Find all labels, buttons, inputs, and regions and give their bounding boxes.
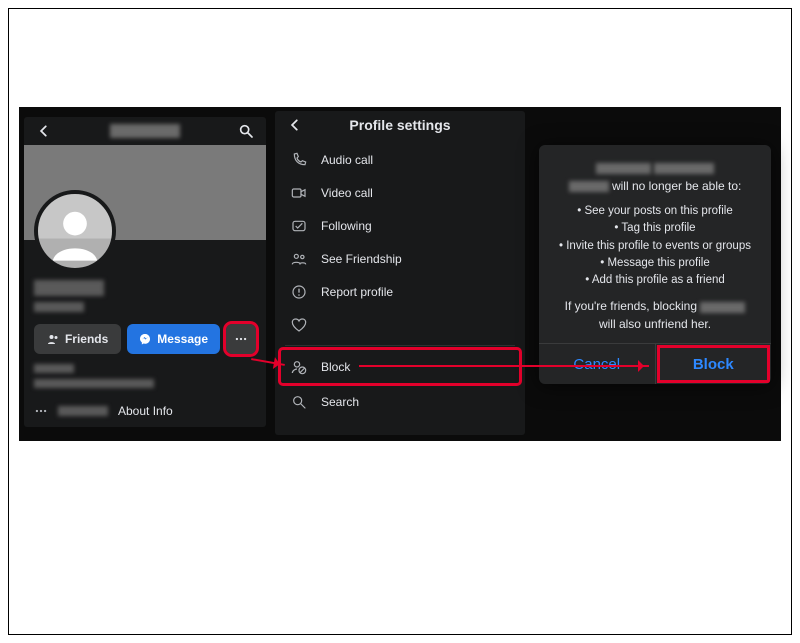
profile-header: [24, 117, 266, 145]
message-button-label: Message: [157, 332, 208, 346]
block-icon: [289, 357, 309, 377]
dialog-name-redacted-2: [654, 163, 714, 174]
about-row: About Info: [34, 404, 256, 418]
dialog-foot-suffix: will also unfriend her.: [599, 317, 711, 331]
dialog-body: will no longer be able to: • See your po…: [539, 145, 771, 343]
people-icon: [289, 249, 309, 269]
flag-icon: [289, 282, 309, 302]
messenger-icon: [139, 333, 151, 345]
settings-item-label: Report profile: [321, 285, 393, 299]
dialog-bullet: Invite this profile to events or groups: [566, 240, 751, 252]
settings-item-label: Video call: [321, 186, 373, 200]
profile-detail-redacted-1: [34, 364, 74, 373]
dark-stage: Friends Message About Info: [19, 107, 781, 441]
profile-detail-redacted-2: [34, 379, 154, 388]
dialog-bullets: • See your posts on this profile • Tag t…: [551, 203, 759, 289]
dialog-bullet: Add this profile as a friend: [592, 274, 725, 286]
settings-item-favorite[interactable]: [275, 308, 525, 341]
settings-item-label: Search: [321, 395, 359, 409]
dialog-bullet: Message this profile: [607, 257, 709, 269]
block-confirm-dialog: will no longer be able to: • See your po…: [539, 145, 771, 384]
dialog-bullet: Tag this profile: [621, 222, 695, 234]
about-label: About Info: [118, 404, 173, 418]
cover-photo[interactable]: [24, 145, 266, 240]
settings-item-video-call[interactable]: Video call: [275, 176, 525, 209]
dialog-lead: will no longer be able to:: [551, 159, 759, 195]
friends-button[interactable]: Friends: [34, 324, 121, 354]
avatar-placeholder-icon: [38, 194, 112, 268]
settings-item-label: Block: [321, 360, 350, 374]
phone-icon: [289, 150, 309, 170]
divider: [285, 345, 515, 346]
settings-item-label: See Friendship: [321, 252, 402, 266]
following-icon: [289, 216, 309, 236]
settings-header: Profile settings: [275, 111, 525, 139]
chevron-left-icon: [288, 118, 302, 132]
profile-name-redacted: [110, 124, 180, 138]
search-icon: [289, 392, 309, 412]
more-button[interactable]: [226, 324, 256, 354]
chevron-left-icon: [37, 124, 51, 138]
dialog-foot-text: If you're friends, blocking will also un…: [551, 297, 759, 333]
dialog-lead-suffix: will no longer be able to:: [612, 179, 741, 193]
search-icon: [238, 123, 254, 139]
block-button-label: Block: [693, 356, 734, 373]
annotation-arrow-2: [359, 365, 649, 367]
back-button[interactable]: [32, 119, 56, 143]
screenshot-frame: Friends Message About Info: [8, 8, 792, 635]
settings-back-button[interactable]: [283, 113, 307, 137]
block-button[interactable]: Block: [656, 344, 772, 384]
profile-panel: Friends Message About Info: [24, 117, 266, 427]
video-icon: [289, 183, 309, 203]
search-button[interactable]: [234, 119, 258, 143]
settings-item-report-profile[interactable]: Report profile: [275, 275, 525, 308]
profile-settings-panel: Profile settings Audio call Video call F…: [275, 111, 525, 435]
heart-icon: [289, 315, 309, 335]
settings-item-audio-call[interactable]: Audio call: [275, 143, 525, 176]
settings-item-label: Audio call: [321, 153, 373, 167]
dialog-name-redacted-4: [700, 302, 745, 313]
ellipsis-icon: [34, 404, 48, 418]
about-redacted: [58, 406, 108, 416]
settings-item-see-friendship[interactable]: See Friendship: [275, 242, 525, 275]
settings-title: Profile settings: [307, 117, 493, 133]
ellipsis-icon: [234, 332, 248, 346]
message-button[interactable]: Message: [127, 324, 220, 354]
dialog-name-redacted-1: [596, 163, 651, 174]
settings-item-search[interactable]: Search: [275, 385, 525, 418]
settings-item-following[interactable]: Following: [275, 209, 525, 242]
dialog-foot-prefix: If you're friends, blocking: [565, 299, 701, 313]
friends-button-label: Friends: [65, 332, 108, 346]
settings-item-label: Following: [321, 219, 372, 233]
profile-action-row: Friends Message: [34, 324, 256, 354]
avatar[interactable]: [34, 190, 116, 272]
friends-icon: [47, 333, 59, 345]
settings-list: Audio call Video call Following See Frie…: [275, 139, 525, 422]
dialog-name-redacted-3: [569, 181, 609, 192]
dialog-bullet: See your posts on this profile: [584, 205, 732, 217]
profile-sub-line-redacted: [34, 302, 84, 312]
profile-name-line-redacted: [34, 280, 104, 296]
dialog-footer: Cancel Block: [539, 343, 771, 384]
